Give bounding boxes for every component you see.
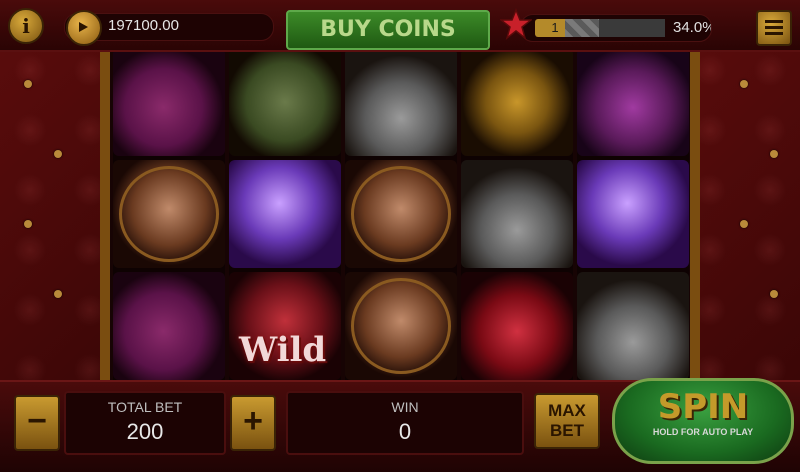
reel-column: [345, 48, 457, 380]
champagne-symbol: [461, 160, 573, 268]
decrease-bet-button[interactable]: −: [14, 395, 60, 451]
girl-symbol: [113, 160, 225, 268]
girl-symbol: [345, 160, 457, 268]
wild-lips-symbol: Wild: [229, 272, 341, 380]
level-progress-bar: [565, 19, 665, 37]
cherry-symbol: [461, 272, 573, 380]
plum-symbol: [113, 272, 225, 380]
max-bet-button[interactable]: MAX BET: [534, 393, 600, 449]
max-bet-label-line2: BET: [550, 421, 584, 440]
spin-hold-hint: HOLD FOR AUTO PLAY: [652, 427, 754, 437]
win-label: WIN: [391, 399, 419, 415]
stage-symbol: [577, 48, 689, 156]
increase-bet-button[interactable]: +: [230, 395, 276, 451]
total-bet-value: 200: [126, 419, 164, 444]
level-progress-label: 34.0%: [673, 19, 712, 36]
wall-stud: [54, 290, 62, 298]
money-symbol: [229, 48, 341, 156]
champagne-symbol: [345, 48, 457, 156]
info-button[interactable]: i: [8, 8, 44, 44]
menu-button[interactable]: [756, 10, 792, 46]
girl-symbol: [345, 272, 457, 380]
wall-stud: [740, 80, 748, 88]
menu-icon: [765, 20, 783, 23]
info-icon: i: [22, 14, 30, 38]
level-progress: 1 34.0%: [520, 14, 712, 42]
wall-stud: [24, 80, 32, 88]
total-bet-panel: TOTAL BET 200: [64, 391, 226, 455]
menu-icon-line: [765, 26, 783, 29]
reel-column: [461, 48, 573, 380]
menu-icon-line: [765, 32, 783, 35]
ring-symbol: [461, 48, 573, 156]
wall-stud: [24, 220, 32, 228]
wild-text: Wild: [239, 330, 327, 370]
win-panel: WIN 0: [286, 391, 524, 455]
star-icon: [500, 8, 532, 40]
wall-stud: [770, 290, 778, 298]
buy-coins-button[interactable]: BUY COINS: [286, 10, 490, 50]
disco-ball-symbol: [229, 160, 341, 268]
reels-area: Wild: [113, 48, 689, 380]
balance-value: 197100.00: [108, 17, 179, 34]
win-value: 0: [398, 419, 412, 444]
wall-stud: [740, 220, 748, 228]
max-bet-label-line1: MAX: [548, 401, 586, 420]
total-bet-label: TOTAL BET: [107, 399, 183, 415]
reel-column: [113, 48, 225, 380]
reel-column: Wild: [229, 48, 341, 380]
reel-column: [577, 48, 689, 380]
spin-button[interactable]: SPIN HOLD FOR AUTO PLAY: [612, 378, 794, 464]
wall-stud: [770, 150, 778, 158]
disco-ball-symbol: [577, 160, 689, 268]
wall-stud: [54, 150, 62, 158]
plum-symbol: [113, 48, 225, 156]
champagne-symbol: [577, 272, 689, 380]
slot-machine-screen: Wild i 197100.00 BUY COINS 1 34.0% − TOT…: [0, 0, 800, 472]
level-progress-fill: [565, 19, 599, 37]
coin-play-icon: [66, 10, 102, 46]
spin-label: SPIN: [657, 387, 749, 427]
